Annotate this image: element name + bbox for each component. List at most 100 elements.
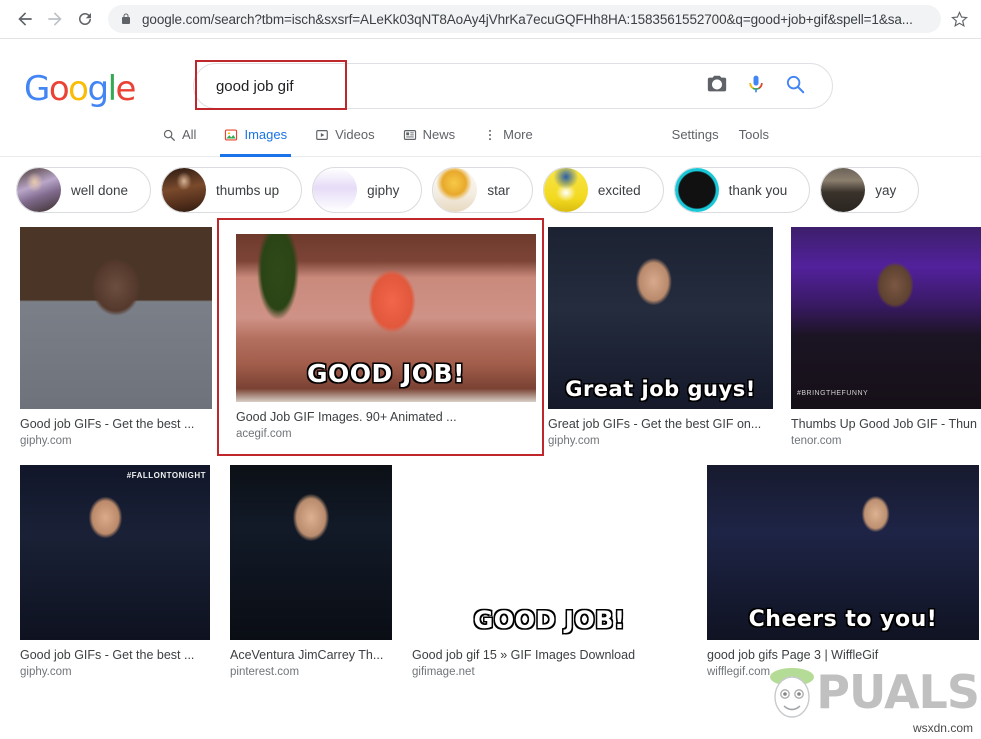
tab-news[interactable]: News (389, 113, 470, 157)
thumbnail-corner-tag: #FALLONTONIGHT (127, 471, 206, 480)
chip-label: yay (875, 183, 896, 198)
search-box[interactable] (193, 63, 833, 109)
result-card[interactable]: AceVentura JimCarrey Th... pinterest.com (230, 465, 392, 680)
tools-button[interactable]: Tools (739, 127, 769, 142)
forward-arrow-icon (45, 9, 65, 29)
chip-thumbnail (17, 168, 61, 212)
tab-videos-label: Videos (335, 127, 375, 142)
result-caption: Good job GIFs - Get the best ... giphy.c… (20, 640, 210, 680)
result-source: acegif.com (236, 426, 524, 442)
search-submit-icon[interactable] (784, 73, 806, 100)
result-thumbnail[interactable] (20, 227, 212, 409)
chip-thumbnail (313, 168, 357, 212)
chip-label: star (487, 183, 510, 198)
address-bar[interactable]: google.com/search?tbm=isch&sxsrf=ALeKk03… (108, 5, 941, 33)
result-title[interactable]: Good job gif 15 » GIF Images Download (412, 647, 687, 663)
result-card[interactable]: Cheers to you! good job gifs Page 3 | Wi… (707, 465, 979, 680)
logo-letter-g1: G (24, 69, 49, 109)
chip-label: thank you (729, 183, 788, 198)
chip-excited[interactable]: excited (543, 167, 664, 213)
search-box-icons (706, 73, 832, 100)
result-caption: Good job gif 15 » GIF Images Download gi… (412, 640, 687, 680)
logo-letter-l: l (108, 69, 116, 109)
result-thumbnail[interactable]: Great job guys! (548, 227, 773, 409)
result-thumbnail[interactable]: #FALLONTONIGHT (20, 465, 210, 640)
search-type-tabs: All Images Videos News Mo (0, 113, 981, 157)
back-arrow-icon (15, 9, 35, 29)
tab-all[interactable]: All (148, 113, 210, 157)
chip-giphy[interactable]: giphy (312, 167, 422, 213)
result-source: giphy.com (20, 433, 212, 449)
result-card[interactable]: GOOD JOB! Good Job GIF Images. 90+ Anima… (230, 227, 530, 442)
thumbnail-overlay-text: GOOD JOB! (236, 359, 536, 388)
search-input[interactable] (194, 77, 706, 96)
logo-letter-o2: o (68, 69, 87, 109)
result-title[interactable]: Good job GIFs - Get the best ... (20, 647, 210, 663)
result-title[interactable]: AceVentura JimCarrey Th... (230, 647, 392, 663)
result-caption: Thumbs Up Good Job GIF - Thun tenor.com (791, 409, 981, 449)
result-thumbnail[interactable]: Cheers to you! (707, 465, 979, 640)
result-thumbnail[interactable]: #BRINGTHEFUNNY (791, 227, 981, 409)
result-title[interactable]: Great job GIFs - Get the best GIF on... (548, 416, 773, 432)
result-card[interactable]: GOOD JOB! Good job gif 15 » GIF Images D… (412, 465, 687, 680)
chip-thumbnail (544, 168, 588, 212)
chip-yay[interactable]: yay (820, 167, 919, 213)
browser-toolbar: google.com/search?tbm=isch&sxsrf=ALeKk03… (0, 0, 981, 39)
watermark-site: wsxdn.com (913, 721, 973, 735)
magnifier-icon (162, 128, 176, 142)
tab-all-label: All (182, 127, 196, 142)
tab-images-label: Images (244, 127, 287, 142)
tab-more-label: More (503, 127, 533, 142)
tab-more[interactable]: More (469, 113, 547, 157)
microphone-icon[interactable] (746, 73, 766, 100)
result-source: pinterest.com (230, 664, 392, 680)
chip-well-done[interactable]: well done (16, 167, 151, 213)
chip-thumbnail (675, 168, 719, 212)
bookmark-star-icon[interactable] (945, 5, 973, 33)
news-icon (403, 128, 417, 142)
reload-button[interactable] (70, 4, 100, 34)
result-source: giphy.com (548, 433, 773, 449)
chip-thumbs-up[interactable]: thumbs up (161, 167, 302, 213)
tab-videos[interactable]: Videos (301, 113, 389, 157)
result-title[interactable]: Good job GIFs - Get the best ... (20, 416, 212, 432)
video-icon (315, 128, 329, 142)
result-caption: Good Job GIF Images. 90+ Animated ... ac… (236, 395, 524, 442)
thumbnail-overlay-text: Great job guys! (548, 377, 773, 401)
thumbnail-overlay-text: GOOD JOB! (412, 606, 687, 634)
tabs-right-group: Settings Tools (672, 127, 981, 142)
thumbnail-corner-tag: #BRINGTHEFUNNY (797, 390, 868, 397)
result-card[interactable]: Good job GIFs - Get the best ... giphy.c… (20, 227, 212, 449)
result-title[interactable]: good job gifs Page 3 | WiffleGif (707, 647, 979, 663)
back-button[interactable] (10, 4, 40, 34)
tab-images[interactable]: Images (210, 113, 301, 157)
google-header: Google (0, 39, 981, 113)
result-card[interactable]: #FALLONTONIGHT Good job GIFs - Get the b… (20, 465, 210, 680)
results-row-2: #FALLONTONIGHT Good job GIFs - Get the b… (0, 465, 981, 680)
result-title[interactable]: Thumbs Up Good Job GIF - Thun (791, 416, 981, 432)
chip-thumbnail (162, 168, 206, 212)
settings-button[interactable]: Settings (672, 127, 719, 142)
result-thumbnail[interactable]: GOOD JOB! (236, 234, 536, 402)
forward-button[interactable] (40, 4, 70, 34)
result-card[interactable]: Great job guys! Great job GIFs - Get the… (548, 227, 773, 449)
logo-letter-o1: o (49, 69, 68, 109)
result-caption: Good job GIFs - Get the best ... giphy.c… (20, 409, 212, 449)
google-logo[interactable]: Google (24, 69, 135, 109)
result-source: tenor.com (791, 433, 981, 449)
image-results-grid: Good job GIFs - Get the best ... giphy.c… (0, 223, 981, 680)
result-title[interactable]: Good Job GIF Images. 90+ Animated ... (236, 409, 526, 425)
result-thumbnail[interactable]: GOOD JOB! (412, 465, 687, 640)
result-thumbnail[interactable] (230, 465, 392, 640)
related-search-chips: well done thumbs up giphy star excited t… (0, 157, 981, 223)
chip-thank-you[interactable]: thank you (674, 167, 811, 213)
thumbnail-overlay-text: Cheers to you! (707, 607, 979, 632)
kebab-icon (483, 128, 497, 142)
url-text: google.com/search?tbm=isch&sxsrf=ALeKk03… (142, 12, 913, 27)
result-card[interactable]: #BRINGTHEFUNNY Thumbs Up Good Job GIF - … (791, 227, 981, 449)
tab-news-label: News (423, 127, 456, 142)
results-row-1: Good job GIFs - Get the best ... giphy.c… (0, 227, 981, 449)
camera-icon[interactable] (706, 73, 728, 100)
chip-thumbnail (821, 168, 865, 212)
chip-star[interactable]: star (432, 167, 533, 213)
